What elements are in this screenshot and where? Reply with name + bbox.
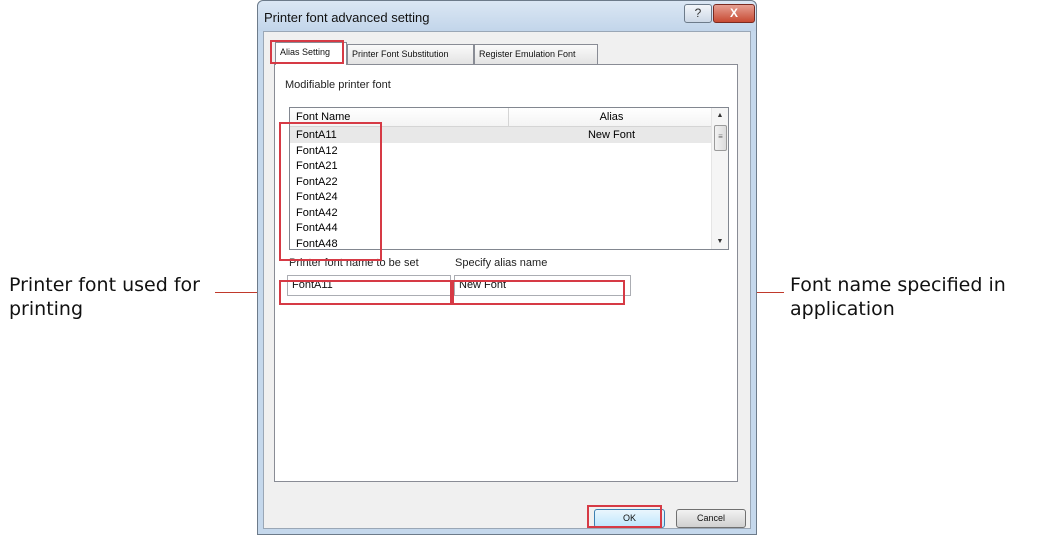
column-header-alias[interactable]: Alias	[509, 108, 714, 126]
callout-font-name-line1: Font name specified in	[790, 274, 1006, 296]
close-button[interactable]: X	[713, 4, 755, 23]
printer-font-name-field[interactable]: FontA11	[287, 275, 451, 296]
titlebar: Printer font advanced setting ? X	[258, 1, 756, 31]
dialog-window: Printer font advanced setting ? X Modifi…	[257, 0, 757, 535]
callout-font-name: Font name specified in application	[790, 273, 1055, 321]
list-item[interactable]: FontA11 New Font	[290, 127, 714, 143]
alias-name-label: Specify alias name	[455, 257, 548, 269]
font-name-cell: FontA48	[296, 237, 338, 250]
tab-alias-setting[interactable]: Alias Setting	[275, 42, 347, 65]
font-name-cell: FontA12	[296, 144, 338, 157]
font-name-cell: FontA42	[296, 206, 338, 219]
list-item[interactable]: FontA22	[290, 174, 714, 190]
font-name-cell: FontA44	[296, 222, 338, 234]
callout-font-name-line2: application	[790, 298, 895, 320]
ok-button[interactable]: OK	[594, 509, 665, 528]
dialog-title: Printer font advanced setting	[264, 10, 430, 25]
font-name-cell: FontA22	[296, 175, 338, 188]
tab-printer-font-substitution[interactable]: Printer Font Substitution	[347, 44, 474, 64]
list-item[interactable]: FontA21	[290, 158, 714, 174]
modifiable-font-label: Modifiable printer font	[285, 79, 391, 91]
list-item[interactable]: FontA12	[290, 143, 714, 159]
help-button[interactable]: ?	[684, 4, 712, 23]
list-header: Font Name Alias	[290, 108, 714, 127]
list-item[interactable]: FontA42	[290, 205, 714, 221]
list-item[interactable]: FontA24	[290, 189, 714, 205]
alias-cell: New Font	[587, 129, 636, 141]
font-alias-list[interactable]: Font Name Alias FontA11 New Font FontA12 Fo…	[289, 107, 729, 250]
list-item[interactable]: FontA44	[290, 220, 714, 236]
list-item[interactable]: FontA48	[290, 236, 714, 252]
alias-name-field[interactable]: New Font	[454, 275, 631, 296]
dialog-content: Modifiable printer font Font Name Alias …	[263, 31, 751, 529]
tab-register-emulation-font[interactable]: Register Emulation Font	[474, 44, 598, 64]
scroll-up-icon[interactable]: ▲	[712, 108, 728, 123]
font-name-cell: FontA11	[296, 129, 337, 141]
scroll-down-icon[interactable]: ▼	[712, 234, 728, 249]
callout-printer-font-line2: printing	[9, 298, 84, 320]
tab-panel-alias-setting: Modifiable printer font Font Name Alias …	[274, 64, 738, 482]
vertical-scrollbar[interactable]: ▲ ≡ ▼	[711, 108, 728, 249]
callout-printer-font: Printer font used for printing	[9, 273, 239, 321]
callout-printer-font-line1: Printer font used for	[9, 274, 200, 296]
printer-font-name-label: Printer font name to be set	[289, 257, 419, 269]
font-name-cell: FontA21	[296, 160, 338, 172]
scroll-thumb[interactable]: ≡	[714, 125, 727, 151]
font-name-cell: FontA24	[296, 191, 338, 203]
column-header-font-name[interactable]: Font Name	[296, 108, 350, 126]
cancel-button[interactable]: Cancel	[676, 509, 746, 528]
